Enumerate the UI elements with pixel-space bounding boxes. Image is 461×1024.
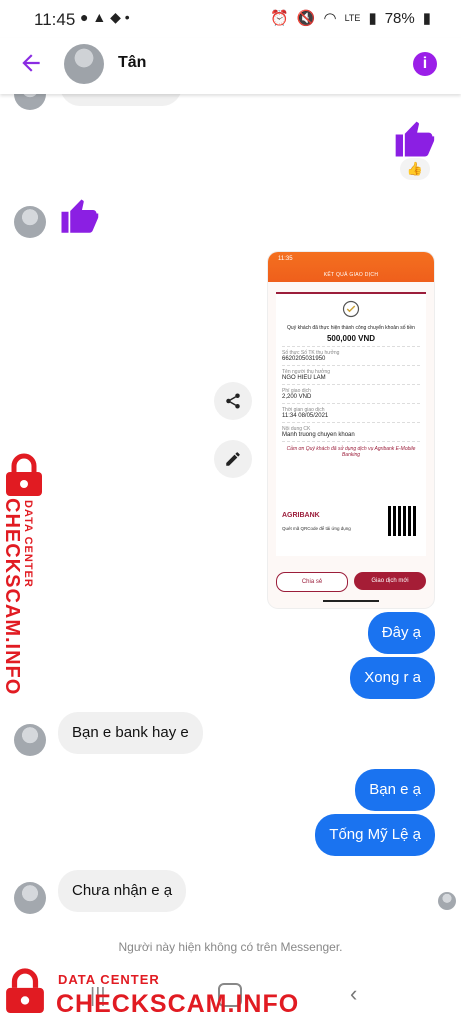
watermark-bottom-big: CHECKSCAM.INFO	[56, 990, 300, 1018]
avatar	[14, 724, 46, 756]
beneficiary-value: NGO HIEU LAM	[282, 375, 326, 381]
outgoing-message[interactable]: Bạn e ạ	[355, 769, 435, 811]
thumbs-up-icon: 👍	[406, 161, 424, 176]
check-icon	[276, 300, 426, 323]
incoming-message[interactable]: Bạn e bank hay e	[58, 712, 203, 754]
signal-icon: ▮	[368, 10, 377, 27]
receipt-topbar: 11:35 KẾT QUẢ GIAO DỊCH	[268, 252, 434, 282]
back-nav-icon[interactable]: ‹	[350, 981, 357, 1007]
info-button[interactable]: i	[413, 52, 437, 76]
outgoing-message[interactable]: Tống Mỹ Lệ ạ	[315, 814, 435, 856]
lte-label: LTE	[344, 13, 361, 23]
lock-icon	[4, 452, 44, 503]
receipt-success: Quý khách đã thực hiện thành công chuyển…	[287, 325, 415, 331]
outgoing-message[interactable]: Xong r a	[350, 657, 435, 699]
thumbs-up-icon	[58, 196, 100, 243]
battery-percent: 78%	[384, 9, 415, 27]
seen-avatar	[438, 892, 456, 910]
notification-icons: ● ▲ ◆ •	[80, 9, 130, 25]
watermark-bottom-small: DATA CENTER	[58, 972, 160, 987]
status-right: ⏰ 🔇 ◠ LTE ▮ 78% ▮	[270, 9, 431, 28]
receipt-new-button: Giao dịch mới	[354, 572, 426, 590]
outgoing-message[interactable]: Đây ạ	[367, 612, 435, 654]
unavailable-note: Người này hiện không có trên Messenger.	[118, 940, 343, 954]
watermark-side-small: DATA CENTER	[22, 500, 34, 588]
avatar	[14, 882, 46, 914]
receipt-card: Quý khách đã thực hiện thành công chuyển…	[276, 292, 426, 556]
receipt-thanks: Cảm ơn Quý khách đã sử dụng dịch vụ Agri…	[286, 446, 416, 458]
agribank-logo: AGRIBANK	[282, 512, 320, 519]
contact-name[interactable]: Tân	[118, 54, 146, 72]
contact-avatar[interactable]	[64, 44, 104, 84]
content-value: Manh truong chuyen khoan	[282, 432, 355, 438]
status-bar: 11:45 ● ▲ ◆ • ⏰ 🔇 ◠ LTE ▮ 78% ▮	[0, 0, 461, 38]
qr-note: Quét mã QRCode để tải ứng dụng	[282, 526, 351, 531]
qr-code	[388, 506, 418, 536]
status-time: 11:45	[34, 10, 76, 29]
fee-value: 2,200 VND	[282, 394, 312, 400]
account-value: 6620205031950	[282, 356, 326, 362]
receipt-share-button: Chia sẻ	[276, 572, 348, 592]
share-button[interactable]	[214, 382, 252, 420]
edit-button[interactable]	[214, 440, 252, 478]
wifi-icon: ◠	[323, 10, 337, 27]
back-button[interactable]	[18, 50, 48, 80]
receipt-time: 11:35	[278, 256, 293, 262]
receipt-amount: 500,000 VND	[326, 334, 376, 343]
watermark-side-big: CHECKSCAM.INFO	[1, 498, 23, 696]
incoming-message[interactable]: Chưa nhận e ạ	[58, 870, 187, 912]
alarm-icon: ⏰	[270, 10, 289, 27]
receipt-image[interactable]: 11:35 KẾT QUẢ GIAO DỊCH Quý khách đã thự…	[268, 252, 434, 608]
reaction-badge[interactable]: 👍	[400, 158, 430, 180]
receipt-title: KẾT QUẢ GIAO DỊCH	[323, 272, 379, 278]
chat-header: Tân i	[0, 38, 461, 94]
home-indicator	[323, 600, 379, 602]
lock-icon	[4, 966, 46, 1021]
share-icon	[226, 393, 240, 409]
avatar	[14, 206, 46, 238]
datetime-value: 11:34 08/05/2021	[282, 413, 329, 419]
arrow-left-icon	[22, 54, 40, 72]
mute-icon: 🔇	[296, 10, 316, 27]
battery-icon: ▮	[422, 10, 431, 27]
info-icon: i	[422, 55, 428, 72]
pencil-icon	[226, 452, 240, 466]
